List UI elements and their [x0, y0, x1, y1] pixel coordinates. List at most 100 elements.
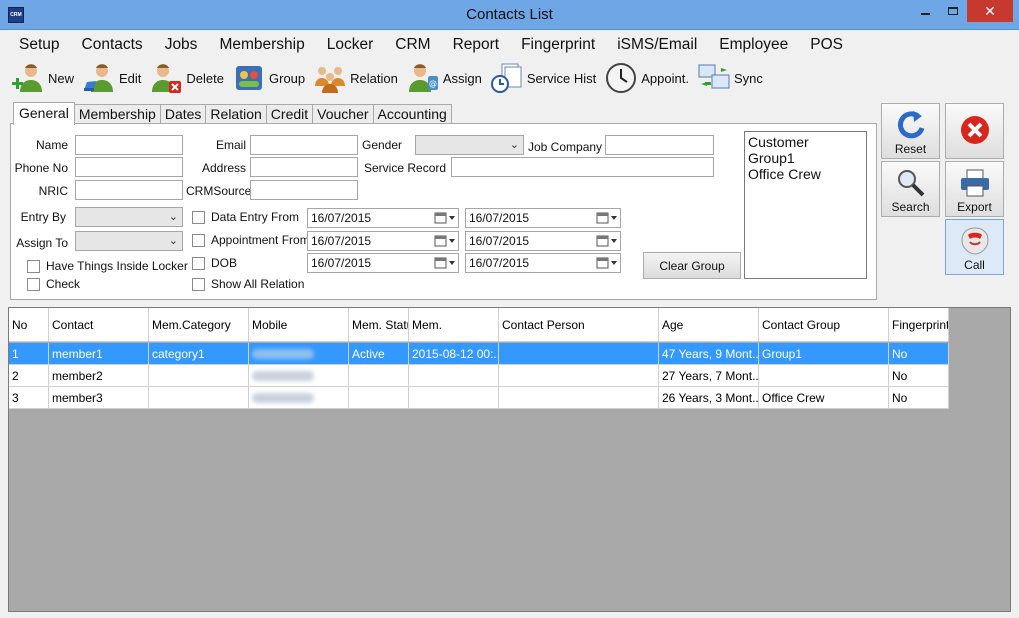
clear-group-button[interactable]: Clear Group — [643, 252, 741, 279]
menu-fingerprint[interactable]: Fingerprint — [510, 31, 606, 59]
search-button[interactable]: Search — [881, 161, 940, 217]
new-button[interactable]: New — [8, 61, 79, 95]
menu-report[interactable]: Report — [442, 31, 511, 59]
list-item[interactable]: Customer — [748, 134, 863, 150]
table-cell[interactable]: Group1 — [759, 343, 889, 365]
menu-contacts[interactable]: Contacts — [71, 31, 154, 59]
column-header[interactable]: Mem.Category — [149, 308, 249, 342]
table-cell[interactable]: 2 — [9, 365, 49, 387]
table-cell[interactable]: No — [889, 343, 949, 365]
table-cell[interactable]: 47 Years, 9 Mont... — [659, 343, 759, 365]
menu-locker[interactable]: Locker — [316, 31, 385, 59]
column-header[interactable]: Contact — [49, 308, 149, 342]
table-cell[interactable] — [349, 387, 409, 409]
reset-button[interactable]: Reset — [881, 103, 940, 159]
call-button[interactable]: Call — [945, 219, 1004, 275]
table-cell[interactable]: member2 — [49, 365, 149, 387]
table-cell[interactable] — [409, 387, 499, 409]
table-cell[interactable]: 26 Years, 3 Mont... — [659, 387, 759, 409]
checkbox-box[interactable] — [192, 233, 205, 247]
checkbox-box[interactable] — [27, 259, 40, 273]
group-button[interactable]: Group — [229, 61, 310, 95]
column-header[interactable]: Mobile — [249, 308, 349, 342]
list-item[interactable]: Office Crew — [748, 166, 863, 182]
data-entry-from-date[interactable]: 16/07/2015 — [307, 208, 459, 228]
data-entry-to-date[interactable]: 16/07/2015 — [465, 208, 621, 228]
assign-to-select[interactable]: ⌄ — [75, 231, 183, 251]
table-cell[interactable] — [499, 343, 659, 365]
dob-from-date[interactable]: 16/07/2015 — [307, 253, 459, 273]
edit-button[interactable]: Edit — [79, 61, 146, 95]
minimize-button[interactable] — [911, 0, 939, 22]
calendar-icon[interactable] — [434, 256, 456, 270]
appoint-button[interactable]: Appoint. — [601, 61, 694, 95]
column-header[interactable]: Fingerprint — [889, 308, 949, 342]
appointment-from-date[interactable]: 16/07/2015 — [307, 231, 459, 251]
table-cell[interactable] — [499, 387, 659, 409]
table-cell[interactable] — [409, 365, 499, 387]
menu-setup[interactable]: Setup — [8, 31, 71, 59]
column-header[interactable]: Mem. Status — [349, 308, 409, 342]
tab-credit[interactable]: Credit — [265, 104, 314, 124]
entry-by-select[interactable]: ⌄ — [75, 207, 183, 227]
dob-checkbox[interactable]: DOB — [192, 256, 237, 270]
checkbox-box[interactable] — [192, 277, 205, 291]
column-header[interactable]: Age — [659, 308, 759, 342]
tab-general[interactable]: General — [13, 102, 75, 125]
close-button[interactable]: ✕ — [967, 0, 1013, 22]
table-cell[interactable]: Active — [349, 343, 409, 365]
tab-accounting[interactable]: Accounting — [372, 104, 452, 124]
email-input[interactable] — [250, 135, 358, 155]
locker-checkbox[interactable]: Have Things Inside Locker — [27, 259, 188, 273]
tab-dates[interactable]: Dates — [159, 104, 207, 124]
relation-button[interactable]: Relation — [310, 61, 403, 95]
checkbox-box[interactable] — [192, 210, 205, 224]
phone-input[interactable] — [75, 157, 183, 177]
calendar-icon[interactable] — [434, 211, 456, 225]
table-cell[interactable] — [499, 365, 659, 387]
table-row[interactable]: 1 member1 category1 Active 2015-08-12 00… — [9, 343, 949, 365]
table-row[interactable]: 3 member3 26 Years, 3 Mont... Office Cre… — [9, 387, 949, 409]
checkbox-box[interactable] — [27, 277, 40, 291]
close-form-button[interactable] — [945, 103, 1004, 159]
menu-jobs[interactable]: Jobs — [154, 31, 209, 59]
appointment-to-date[interactable]: 16/07/2015 — [465, 231, 621, 251]
delete-button[interactable]: Delete — [146, 61, 229, 95]
table-cell[interactable] — [149, 365, 249, 387]
crmsource-input[interactable] — [250, 180, 358, 200]
gender-select[interactable]: ⌄ — [415, 135, 524, 155]
service-record-input[interactable] — [451, 157, 714, 177]
column-header[interactable]: Mem. — [409, 308, 499, 342]
column-header[interactable]: No — [9, 308, 49, 342]
table-cell[interactable] — [759, 365, 889, 387]
data-entry-from-checkbox[interactable]: Data Entry From — [192, 210, 299, 224]
menu-crm[interactable]: CRM — [384, 31, 441, 59]
calendar-icon[interactable] — [434, 234, 456, 248]
table-cell[interactable]: member3 — [49, 387, 149, 409]
calendar-icon[interactable] — [596, 234, 618, 248]
column-header[interactable]: Contact Person — [499, 308, 659, 342]
list-item[interactable]: Group1 — [748, 150, 863, 166]
export-button[interactable]: Export — [945, 161, 1004, 217]
calendar-icon[interactable] — [596, 211, 618, 225]
sync-button[interactable]: Sync — [694, 61, 768, 95]
table-cell[interactable]: 2015-08-12 00:... — [409, 343, 499, 365]
address-input[interactable] — [250, 157, 358, 177]
maximize-button[interactable] — [939, 0, 967, 22]
menu-isms-email[interactable]: iSMS/Email — [606, 31, 708, 59]
table-cell-mobile[interactable] — [249, 387, 349, 409]
table-cell[interactable]: 27 Years, 7 Mont... — [659, 365, 759, 387]
column-header[interactable]: Contact Group — [759, 308, 889, 342]
show-all-relation-checkbox[interactable]: Show All Relation — [192, 277, 304, 291]
tab-membership[interactable]: Membership — [73, 104, 161, 124]
table-cell[interactable]: 3 — [9, 387, 49, 409]
appointment-from-checkbox[interactable]: Appointment From — [192, 233, 310, 247]
table-cell[interactable]: category1 — [149, 343, 249, 365]
table-cell-mobile[interactable] — [249, 343, 349, 365]
nric-input[interactable] — [75, 180, 183, 200]
dob-to-date[interactable]: 16/07/2015 — [465, 253, 621, 273]
table-cell[interactable] — [149, 387, 249, 409]
menu-pos[interactable]: POS — [799, 31, 854, 59]
table-cell-mobile[interactable] — [249, 365, 349, 387]
table-cell[interactable]: No — [889, 365, 949, 387]
